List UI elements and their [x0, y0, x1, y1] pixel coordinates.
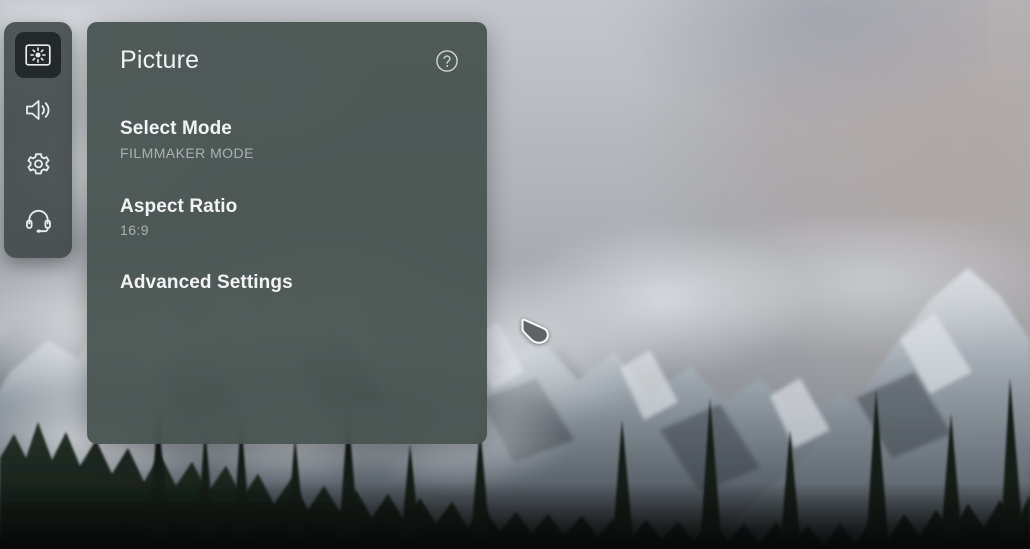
rail-item-general[interactable] — [15, 142, 61, 188]
rail-item-support[interactable] — [15, 197, 61, 243]
rail-item-picture[interactable] — [15, 32, 61, 78]
menu-item-label: Advanced Settings — [120, 272, 293, 294]
headset-icon — [25, 207, 52, 234]
tv-screen: Picture Select Mode FILMMAKER MODE Aspec… — [0, 0, 1030, 549]
menu-item-label: Select Mode — [120, 118, 232, 139]
help-button[interactable] — [435, 49, 459, 73]
bottom-vignette — [0, 483, 1030, 549]
speaker-volume-icon — [24, 97, 52, 123]
menu-item-aspect-ratio[interactable]: Aspect Ratio 16:9 — [120, 195, 454, 240]
picture-brightness-icon — [25, 43, 51, 67]
question-circle-icon — [435, 49, 459, 73]
menu-item-value: FILMMAKER MODE — [120, 144, 254, 161]
menu-item-label: Aspect Ratio — [120, 195, 238, 217]
panel-header: Picture — [87, 22, 487, 73]
menu-item-select-mode[interactable]: Select Mode FILMMAKER MODE — [120, 117, 454, 162]
rail-item-sound[interactable] — [15, 87, 61, 133]
menu-item-advanced-settings[interactable]: Advanced Settings — [120, 272, 454, 295]
page-title: Picture — [120, 46, 200, 74]
picture-settings-panel: Picture Select Mode FILMMAKER MODE Aspec… — [87, 22, 487, 444]
quick-settings-icon-rail — [4, 22, 72, 258]
gear-icon — [25, 152, 52, 179]
menu-item-value: 16:9 — [120, 222, 150, 239]
picture-settings-menu: Select Mode FILMMAKER MODE Aspect Ratio … — [87, 117, 487, 295]
